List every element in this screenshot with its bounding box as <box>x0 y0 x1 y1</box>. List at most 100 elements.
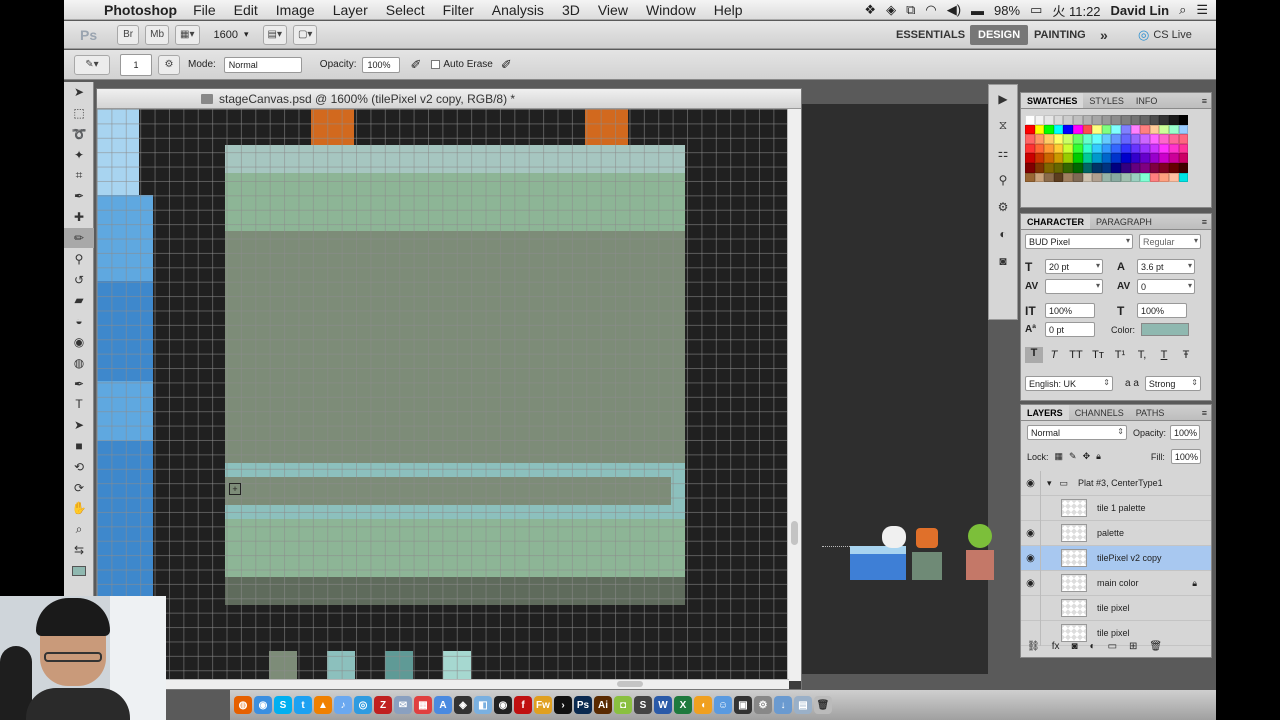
preview-icon[interactable]: ◧ <box>474 696 492 714</box>
volume-icon[interactable]: ◀) <box>947 2 961 18</box>
color-swatch[interactable] <box>1092 153 1102 163</box>
crop-tool-icon[interactable]: ⌗ <box>64 165 94 186</box>
pixel-canvas[interactable]: + <box>97 109 787 681</box>
app-menu[interactable]: Photoshop <box>104 2 177 18</box>
color-swatch[interactable] <box>1063 162 1073 173</box>
visibility-eye-icon[interactable] <box>1021 495 1041 521</box>
3d-orbit-tool-icon[interactable]: ⟳ <box>64 477 94 498</box>
color-swatch[interactable] <box>1168 115 1179 125</box>
color-swatch[interactable] <box>1111 143 1121 154</box>
color-swatch[interactable] <box>1101 134 1112 144</box>
color-swatch[interactable] <box>1082 124 1093 135</box>
color-swatch[interactable] <box>1140 115 1150 125</box>
auto-erase-checkbox[interactable] <box>431 60 441 69</box>
flash-icon[interactable]: f <box>514 696 532 714</box>
pencil-tool-icon[interactable]: ✏ <box>64 227 94 249</box>
excel-icon[interactable]: X <box>674 696 692 714</box>
menu-window[interactable]: Window <box>646 2 696 18</box>
color-swatch[interactable] <box>1159 162 1169 173</box>
color-swatch[interactable] <box>1044 124 1054 135</box>
antialias-select[interactable]: Strong ⇕ <box>1144 376 1201 391</box>
screen-mode-button[interactable]: ▢▾ <box>292 24 318 45</box>
skype-icon[interactable]: S <box>274 696 292 714</box>
tab-swatches[interactable]: SWATCHES <box>1021 93 1084 108</box>
color-swatch[interactable] <box>1140 172 1150 183</box>
color-swatch[interactable] <box>1082 162 1093 173</box>
tab-styles[interactable]: STYLES <box>1083 93 1130 108</box>
color-swatch[interactable] <box>1063 134 1073 144</box>
healing-brush-tool-icon[interactable]: ✚ <box>64 207 94 228</box>
color-swatch[interactable] <box>1101 143 1112 154</box>
brush-panel-toggle[interactable]: ⚙ <box>158 54 180 75</box>
hand-tool-icon[interactable]: ✋ <box>64 498 94 519</box>
twitter-icon[interactable]: t <box>294 696 312 714</box>
menu-image[interactable]: Image <box>276 2 315 18</box>
pen-tool-icon[interactable]: ✒ <box>64 373 94 394</box>
color-swatch[interactable] <box>1159 124 1169 135</box>
layer-row[interactable]: ◉ palette <box>1021 520 1211 546</box>
strikethrough-button[interactable]: Ŧ <box>1175 349 1197 361</box>
color-swatch[interactable] <box>1082 143 1093 154</box>
color-swatch[interactable] <box>1149 153 1160 163</box>
zoom-tool-icon[interactable]: ⌕ <box>64 519 94 540</box>
sublime-icon[interactable]: S <box>634 696 652 714</box>
color-swatch[interactable] <box>1168 172 1179 183</box>
font-style-select[interactable]: Regular ▾ <box>1139 234 1201 249</box>
tool-preset-picker[interactable]: ✎▾ <box>74 54 110 75</box>
wifi-icon[interactable]: ◠ <box>925 2 936 18</box>
menu-filter[interactable]: Filter <box>443 2 474 18</box>
horizontal-scale-field[interactable]: 100% <box>1137 303 1187 318</box>
color-swatch[interactable] <box>1072 162 1083 173</box>
path-select-tool-icon[interactable]: ➤ <box>64 415 94 436</box>
type-tool-icon[interactable]: T <box>64 394 94 415</box>
subscript-button[interactable]: T, <box>1131 349 1153 361</box>
color-swatch[interactable] <box>1178 143 1189 154</box>
lock-pixels-icon[interactable]: ✎ <box>1069 451 1077 462</box>
color-swatch[interactable] <box>1111 162 1121 173</box>
color-swatch[interactable] <box>1111 115 1121 125</box>
github-icon[interactable]: ◉ <box>494 696 512 714</box>
audacity-icon[interactable]: ◖ <box>694 696 712 714</box>
color-swatch[interactable] <box>1034 134 1045 144</box>
vertical-scroll-thumb[interactable] <box>791 521 798 545</box>
color-swatch[interactable] <box>1063 172 1073 183</box>
workspace-essentials[interactable]: ESSENTIALS <box>888 25 973 45</box>
color-swatch[interactable] <box>1044 162 1054 173</box>
color-swatch[interactable] <box>1168 153 1179 163</box>
swatches-panel-menu-icon[interactable]: ≡ <box>1202 93 1211 108</box>
layer-row[interactable]: ◉ tilePixel v2 copy <box>1021 545 1211 571</box>
lasso-tool-icon[interactable]: ➰ <box>64 124 94 145</box>
color-swatch[interactable] <box>1044 172 1054 183</box>
pressure-opacity-icon[interactable]: ✐ <box>410 57 421 73</box>
menu-3d[interactable]: 3D <box>562 2 580 18</box>
color-swatch[interactable] <box>1130 124 1141 135</box>
color-swatch[interactable] <box>1034 143 1045 154</box>
color-swatch[interactable] <box>1053 124 1064 135</box>
tracking-field[interactable]: 0 ▾ <box>1137 279 1195 294</box>
search-icon[interactable]: ⌕ <box>1179 2 1186 18</box>
color-swatch[interactable] <box>1025 115 1035 125</box>
downloads-icon[interactable]: ↓ <box>774 696 792 714</box>
kerning-field[interactable]: ▾ <box>1045 279 1103 294</box>
foreground-color-swatch[interactable] <box>64 560 94 581</box>
visibility-eye-icon[interactable]: ◉ <box>1021 545 1041 571</box>
color-swatch[interactable] <box>1092 134 1102 144</box>
color-swatch[interactable] <box>1120 153 1131 163</box>
clock[interactable]: 火 11:22 <box>1052 1 1100 20</box>
color-swatch[interactable] <box>1025 162 1035 173</box>
color-swatch[interactable] <box>1082 134 1093 144</box>
tab-layers[interactable]: LAYERS <box>1021 405 1069 420</box>
color-swatch[interactable] <box>1168 134 1179 144</box>
color-swatch[interactable] <box>1159 153 1169 163</box>
underline-button[interactable]: T <box>1153 349 1175 361</box>
tool-presets-panel-icon[interactable]: ⚙ <box>989 193 1017 220</box>
history-brush-tool-icon[interactable]: ↺ <box>64 269 94 290</box>
visibility-eye-icon[interactable]: ◉ <box>1021 570 1041 596</box>
view-extras-button[interactable]: ▦▾ <box>175 24 200 45</box>
color-swatch[interactable] <box>1101 162 1112 173</box>
color-swatch[interactable] <box>1053 134 1064 144</box>
color-swatch[interactable] <box>1130 153 1141 163</box>
color-swatch[interactable] <box>1101 124 1112 135</box>
console-icon[interactable]: ▣ <box>734 696 752 714</box>
menu-help[interactable]: Help <box>714 2 743 18</box>
